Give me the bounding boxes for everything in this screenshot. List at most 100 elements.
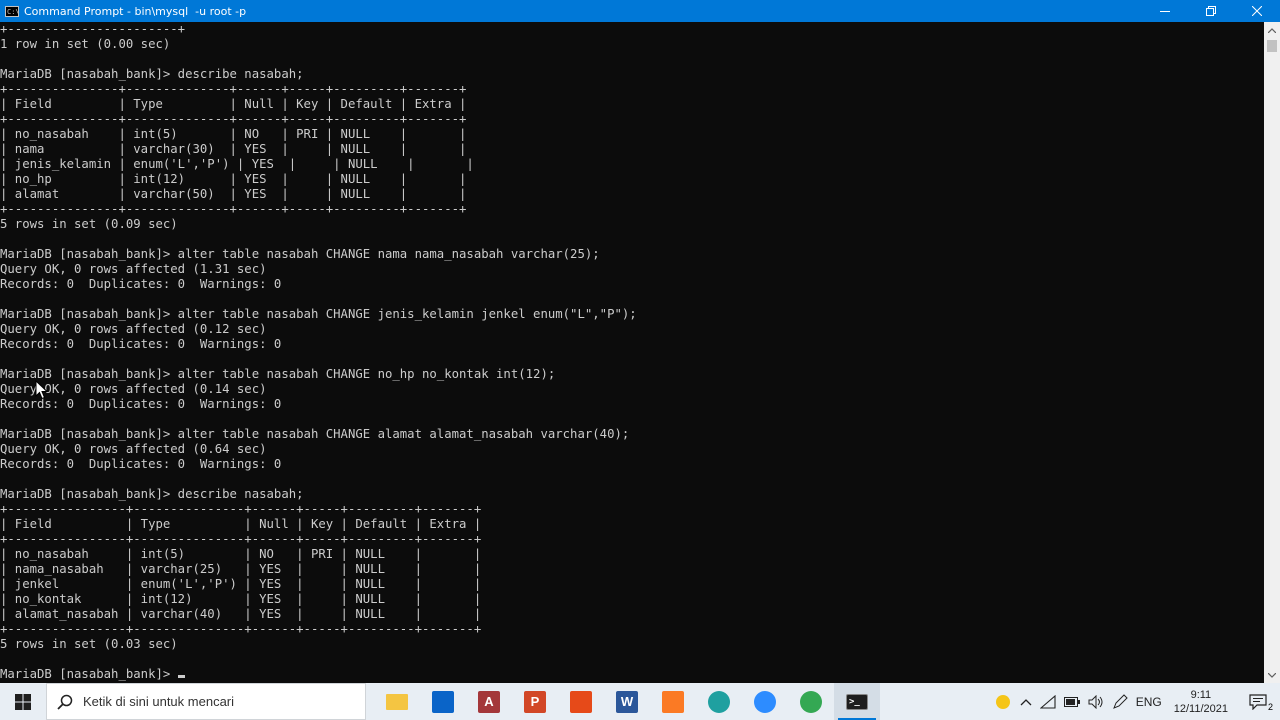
taskbar-app-mail[interactable] <box>420 683 466 720</box>
maximize-button[interactable] <box>1188 0 1234 22</box>
taskbar-app-word[interactable]: W <box>604 683 650 720</box>
language-indicator[interactable]: ENG <box>1132 683 1166 720</box>
console-line: Records: 0 Duplicates: 0 Warnings: 0 <box>0 337 282 351</box>
clock-date: 12/11/2021 <box>1173 702 1228 715</box>
console-output[interactable]: +-----------------------+ 1 row in set (… <box>0 22 1264 683</box>
taskbar-app-access[interactable]: A <box>466 683 512 720</box>
taskbar-app-zoom[interactable] <box>742 683 788 720</box>
command-prompt-icon: C:\ <box>5 5 19 17</box>
console-line: | Field | Type | Null | Key | Default | … <box>0 97 467 111</box>
scroll-thumb[interactable] <box>1267 40 1277 52</box>
console-line: MariaDB [nasabah_bank]> alter table nasa… <box>0 427 630 441</box>
console-line: | jenis_kelamin | enum('L','P') | YES | … <box>0 157 474 171</box>
console-line: +---------------+--------------+------+-… <box>0 202 467 216</box>
console-line: 5 rows in set (0.03 sec) <box>0 637 178 651</box>
weather-button[interactable] <box>990 683 1016 720</box>
tray-overflow-button[interactable] <box>1016 683 1036 720</box>
chrome-icon <box>800 690 822 713</box>
title-bar[interactable]: C:\ Command Prompt - bin\mysql -u root -… <box>0 0 1280 22</box>
edge-icon <box>708 690 730 713</box>
weather-sun-icon <box>995 694 1010 709</box>
console-line: | no_nasabah | int(5) | NO | PRI | NULL … <box>0 547 482 561</box>
word-label: W <box>620 694 634 709</box>
chevron-up-icon <box>1020 698 1032 705</box>
taskbar-app-edge[interactable] <box>696 683 742 720</box>
battery-icon <box>1063 696 1080 707</box>
console-line: +---------------+--------------+------+-… <box>0 82 467 96</box>
search-icon <box>57 694 73 710</box>
taskbar-app-file-explorer[interactable] <box>374 683 420 720</box>
console-line: Records: 0 Duplicates: 0 Warnings: 0 <box>0 277 282 291</box>
taskbar-search-input[interactable]: Ketik di sini untuk mencari <box>46 683 366 720</box>
console-line: MariaDB [nasabah_bank]> alter table nasa… <box>0 367 556 381</box>
taskbar-app-powerpoint[interactable]: P <box>512 683 558 720</box>
console-line: +----------------+---------------+------… <box>0 622 482 636</box>
console-line: MariaDB [nasabah_bank]> alter table nasa… <box>0 307 637 321</box>
powerpoint-icon: P <box>524 690 546 713</box>
taskbar-app-office[interactable] <box>558 683 604 720</box>
console-line: MariaDB [nasabah_bank]> describe nasabah… <box>0 67 304 81</box>
console-line: +-----------------------+ <box>0 22 186 36</box>
console-line: 5 rows in set (0.09 sec) <box>0 217 178 231</box>
console-line: | no_nasabah | int(5) | NO | PRI | NULL … <box>0 127 467 141</box>
console-line: +----------------+---------------+------… <box>0 532 482 546</box>
taskbar-app-command-prompt[interactable]: >_ <box>834 683 880 720</box>
console-line: MariaDB [nasabah_bank]> <box>0 667 178 681</box>
network-button[interactable] <box>1036 683 1060 720</box>
powerpoint-label: P <box>530 694 540 709</box>
restore-icon <box>1206 6 1216 16</box>
mouse-pointer-icon <box>35 380 49 400</box>
taskbar-app-xampp[interactable] <box>650 683 696 720</box>
office-icon <box>570 690 592 713</box>
console-line: | alamat | varchar(50) | YES | | NULL | … <box>0 187 467 201</box>
mail-icon <box>432 690 454 713</box>
console-line: 1 row in set (0.00 sec) <box>0 37 171 51</box>
text-cursor <box>177 675 185 678</box>
zoom-icon <box>754 690 776 713</box>
scroll-up-arrow[interactable] <box>1264 22 1280 38</box>
console-line: | Field | Type | Null | Key | Default | … <box>0 517 482 531</box>
taskbar-pinned-apps: A P W >_ <box>374 683 880 720</box>
chevron-up-icon <box>1268 27 1276 33</box>
notification-icon <box>1249 693 1267 710</box>
clock[interactable]: 9:11 12/11/2021 <box>1166 683 1236 720</box>
console-line: Query OK, 0 rows affected (0.12 sec) <box>0 322 267 336</box>
windows-logo-icon <box>15 693 31 710</box>
console-line: Records: 0 Duplicates: 0 Warnings: 0 <box>0 457 282 471</box>
console-line: | nama | varchar(30) | YES | | NULL | | <box>0 142 467 156</box>
console-line: | jenkel | enum('L','P') | YES | | NULL … <box>0 577 482 591</box>
taskbar-app-chrome[interactable] <box>788 683 834 720</box>
clock-time: 9:11 <box>1190 688 1212 701</box>
wifi-icon <box>1039 694 1056 709</box>
console-line: | no_kontak | int(12) | YES | | NULL | | <box>0 592 482 606</box>
scroll-down-arrow[interactable] <box>1264 667 1280 683</box>
minimize-button[interactable] <box>1142 0 1188 22</box>
vertical-scrollbar[interactable] <box>1264 22 1280 683</box>
console-line: Query OK, 0 rows affected (1.31 sec) <box>0 262 267 276</box>
volume-button[interactable] <box>1084 683 1108 720</box>
folder-icon <box>386 693 408 710</box>
battery-button[interactable] <box>1060 683 1084 720</box>
notification-center-button[interactable]: 2 <box>1236 683 1280 720</box>
access-label: A <box>484 694 494 709</box>
console-line: +----------------+---------------+------… <box>0 502 482 516</box>
terminal-icon: >_ <box>846 693 868 710</box>
console-line: | nama_nasabah | varchar(25) | YES | | N… <box>0 562 482 576</box>
console-line: MariaDB [nasabah_bank]> describe nasabah… <box>0 487 304 501</box>
close-button[interactable] <box>1234 0 1280 22</box>
system-tray: ENG 9:11 12/11/2021 2 <box>990 683 1280 720</box>
chevron-down-icon <box>1268 672 1276 678</box>
start-button[interactable] <box>0 683 46 720</box>
notification-count: 2 <box>1267 702 1273 712</box>
close-icon <box>1252 6 1262 16</box>
xampp-icon <box>662 690 684 713</box>
speaker-icon <box>1088 694 1103 709</box>
console-line: | no_hp | int(12) | YES | | NULL | | <box>0 172 467 186</box>
console-line: MariaDB [nasabah_bank]> alter table nasa… <box>0 247 600 261</box>
console-line: | alamat_nasabah | varchar(40) | YES | |… <box>0 607 482 621</box>
console-text: +-----------------------+ 1 row in set (… <box>0 22 1264 682</box>
pen-workspace-button[interactable] <box>1108 683 1132 720</box>
console-line: Query OK, 0 rows affected (0.64 sec) <box>0 442 267 456</box>
taskbar: Ketik di sini untuk mencari A P W >_ ENG 9:… <box>0 683 1280 720</box>
window-controls <box>1142 0 1280 22</box>
